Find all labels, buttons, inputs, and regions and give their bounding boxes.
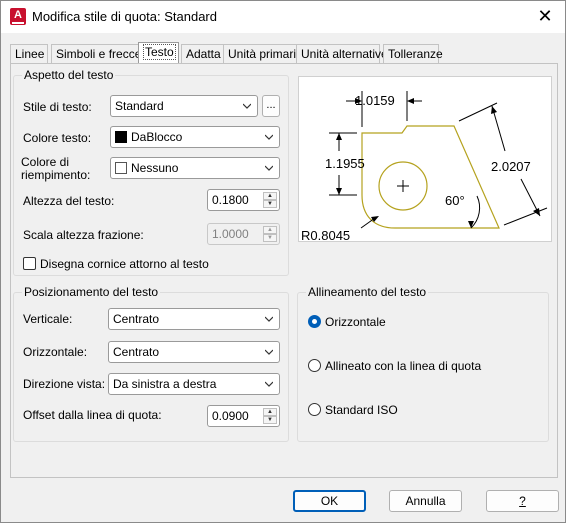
spinner-arrows[interactable]: ▲ ▼ (263, 192, 277, 208)
close-button[interactable]: ✕ (533, 5, 557, 27)
arrow-down-icon[interactable]: ▼ (263, 200, 277, 208)
chevron-down-icon (265, 316, 273, 322)
group-title-text-appearance: Aspetto del testo (22, 68, 116, 82)
preview-dim-top: 1.0159 (355, 93, 395, 108)
cancel-button[interactable]: Annulla (389, 490, 462, 512)
radio-allineato-linea-quota-label: Allineato con la linea di quota (325, 359, 482, 373)
fraction-scale-spinner[interactable]: 1.0000 ▲ ▼ (207, 223, 280, 245)
chevron-down-icon (265, 165, 273, 171)
tab-simboli-e-frecce[interactable]: Simboli e frecce (51, 44, 141, 63)
chevron-down-icon (265, 349, 273, 355)
text-color-swatch (115, 131, 127, 143)
text-height-label: Altezza del testo: (23, 194, 115, 208)
fill-color-label: Colore di riempimento: (21, 156, 90, 182)
arrow-up-icon[interactable]: ▲ (263, 408, 277, 416)
close-icon: ✕ (537, 6, 553, 26)
text-style-dropdown[interactable]: Standard (110, 95, 258, 117)
offset-label: Offset dalla linea di quota: (23, 408, 162, 422)
group-title-text-placement: Posizionamento del testo (22, 285, 161, 299)
vertical-label: Verticale: (23, 312, 73, 326)
group-title-text-alignment: Allineamento del testo (306, 285, 429, 299)
text-color-value: DaBlocco (131, 130, 183, 144)
group-text-appearance: Aspetto del testo Stile di testo: Standa… (13, 68, 289, 276)
preview-dim-right: 2.0207 (491, 159, 531, 174)
radio-standard-iso[interactable] (308, 403, 321, 416)
view-direction-value: Da sinistra a destra (113, 377, 217, 391)
radio-orizzontale-label: Orizzontale (325, 315, 386, 329)
fill-color-dropdown[interactable]: Nessuno (110, 157, 280, 179)
view-direction-label: Direzione vista: (23, 377, 106, 391)
arrow-down-icon[interactable]: ▼ (263, 416, 277, 424)
horizontal-value: Centrato (113, 345, 160, 359)
horizontal-label: Orizzontale: (23, 345, 88, 359)
fill-color-value: Nessuno (131, 161, 179, 175)
browse-text-style-button[interactable]: ... (262, 95, 280, 117)
horizontal-dropdown[interactable]: Centrato (108, 341, 280, 363)
chevron-down-icon (265, 381, 273, 387)
tab-unita-alternative[interactable]: Unità alternative (296, 44, 388, 63)
text-color-label: Colore testo: (23, 131, 92, 145)
tab-adatta[interactable]: Adatta (181, 44, 225, 63)
preview-dim-radius: R0.8045 (301, 228, 351, 243)
arrow-down-icon[interactable]: ▼ (263, 234, 277, 242)
fraction-scale-label: Scala altezza frazione: (23, 228, 144, 242)
title-bar: A Modifica stile di quota: Standard ✕ (1, 1, 565, 33)
arrow-up-icon[interactable]: ▲ (263, 226, 277, 234)
group-text-alignment: Allineamento del testo Orizzontale Allin… (297, 285, 549, 442)
tab-linee[interactable]: Linee (10, 44, 48, 63)
tab-unita-primarie[interactable]: Unità primarie (223, 44, 303, 63)
draw-frame-checkbox[interactable] (23, 257, 36, 270)
dialog-window: A Modifica stile di quota: Standard ✕ Li… (0, 0, 566, 523)
spinner-arrows[interactable]: ▲ ▼ (263, 226, 277, 242)
arrow-up-icon[interactable]: ▲ (263, 192, 277, 200)
vertical-value: Centrato (113, 312, 160, 326)
fraction-scale-value: 1.0000 (212, 227, 249, 241)
preview-dim-left: 1.1955 (325, 156, 365, 171)
tab-testo[interactable]: Testo (138, 42, 179, 63)
offset-value: 0.0900 (212, 409, 249, 423)
radio-allineato-linea-quota[interactable] (308, 359, 321, 372)
vertical-dropdown[interactable]: Centrato (108, 308, 280, 330)
text-height-value: 0.1800 (212, 193, 249, 207)
text-style-label: Stile di testo: (23, 100, 92, 114)
radio-standard-iso-label: Standard ISO (325, 403, 398, 417)
draw-frame-label: Disegna cornice attorno al testo (40, 257, 209, 271)
window-title: Modifica stile di quota: Standard (32, 9, 217, 24)
dimension-preview: 1.0159 1.1955 2.0207 60° R0.8045 (298, 76, 552, 243)
text-color-dropdown[interactable]: DaBlocco (110, 126, 280, 148)
tab-tolleranze[interactable]: Tolleranze (383, 44, 443, 63)
autocad-app-icon: A (10, 8, 26, 25)
offset-spinner[interactable]: 0.0900 ▲ ▼ (207, 405, 280, 427)
ok-button[interactable]: OK (293, 490, 366, 512)
group-text-placement: Posizionamento del testo Verticale: Cent… (13, 285, 289, 442)
view-direction-dropdown[interactable]: Da sinistra a destra (108, 373, 280, 395)
text-style-value: Standard (115, 99, 164, 113)
help-button[interactable]: ? (486, 490, 559, 512)
fill-color-label-line2: riempimento: (21, 168, 91, 182)
tab-panel-testo: Aspetto del testo Stile di testo: Standa… (10, 63, 558, 478)
radio-orizzontale[interactable] (308, 315, 321, 328)
chevron-down-icon (243, 103, 251, 109)
preview-dim-angle: 60° (445, 193, 465, 208)
chevron-down-icon (265, 134, 273, 140)
text-height-spinner[interactable]: 0.1800 ▲ ▼ (207, 189, 280, 211)
fill-color-swatch (115, 162, 127, 174)
spinner-arrows[interactable]: ▲ ▼ (263, 408, 277, 424)
